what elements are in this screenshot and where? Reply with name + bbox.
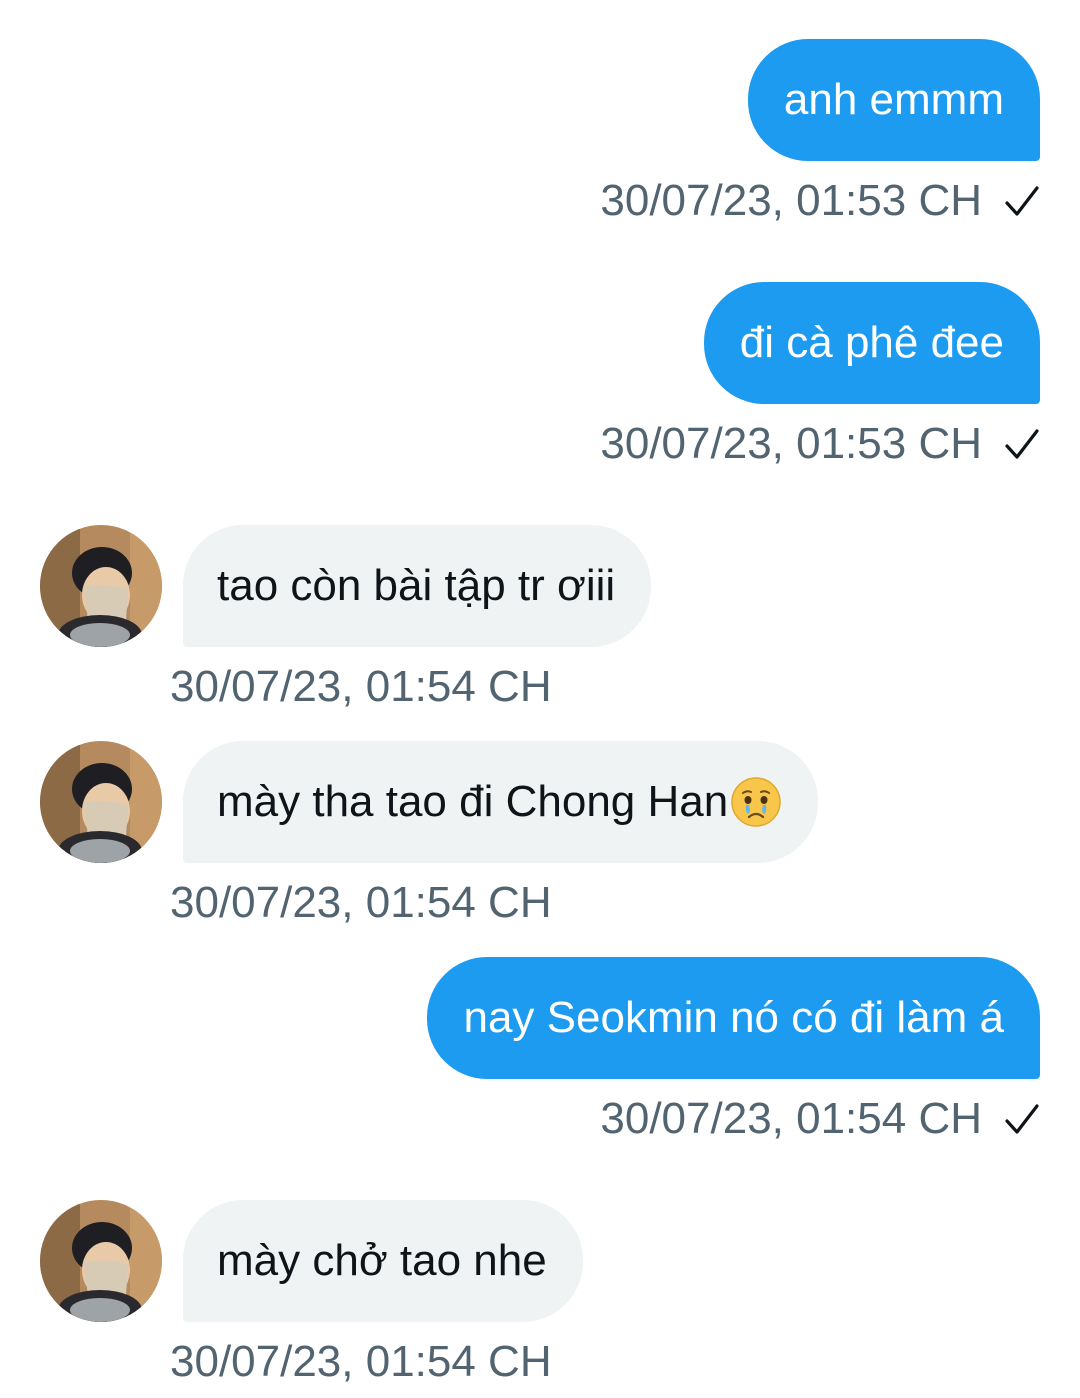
message-bubble[interactable]: tao còn bài tập tr ơiii <box>183 525 652 647</box>
message-meta: 30/07/23, 01:53 CH <box>600 415 1040 473</box>
message-text: mày chở tao nhe <box>217 1236 547 1285</box>
message-text: anh emmm <box>783 75 1004 124</box>
avatar[interactable] <box>40 1200 162 1322</box>
crying-face-emoji <box>731 777 781 827</box>
message-timestamp: 30/07/23, 01:53 CH <box>600 176 982 225</box>
message-bubble[interactable]: mày tha tao đi Chong Han <box>183 741 819 863</box>
message-timestamp: 30/07/23, 01:54 CH <box>170 662 552 711</box>
message-timestamp: 30/07/23, 01:53 CH <box>600 419 982 468</box>
message-timestamp: 30/07/23, 01:54 CH <box>170 878 552 927</box>
message-meta: 30/07/23, 01:54 CH <box>600 1090 1040 1148</box>
avatar[interactable] <box>40 741 162 863</box>
check-icon <box>1005 186 1039 216</box>
message-text: nay Seokmin nó có đi làm á <box>463 993 1004 1042</box>
message-bubble[interactable]: nay Seokmin nó có đi làm á <box>427 957 1040 1079</box>
message-timestamp: 30/07/23, 01:54 CH <box>170 1337 552 1386</box>
message-meta: 30/07/23, 01:54 CH <box>170 1333 552 1391</box>
message-bubble[interactable]: anh emmm <box>747 39 1040 161</box>
message-text: đi cà phê đee <box>739 318 1004 367</box>
message-meta: 30/07/23, 01:54 CH <box>170 658 552 716</box>
check-icon <box>1005 429 1039 459</box>
message-meta: 30/07/23, 01:54 CH <box>170 874 552 932</box>
message-timestamp: 30/07/23, 01:54 CH <box>600 1094 982 1143</box>
message-text: tao còn bài tập tr ơiii <box>217 561 616 610</box>
avatar[interactable] <box>40 525 162 647</box>
message-bubble[interactable]: mày chở tao nhe <box>183 1200 583 1322</box>
message-bubble[interactable]: đi cà phê đee <box>703 282 1040 404</box>
avatar-image <box>40 741 162 863</box>
avatar-image <box>40 1200 162 1322</box>
avatar-image <box>40 525 162 647</box>
check-icon <box>1005 1104 1039 1134</box>
message-meta: 30/07/23, 01:53 CH <box>600 172 1040 230</box>
message-text: mày tha tao đi Chong Han <box>217 777 729 826</box>
